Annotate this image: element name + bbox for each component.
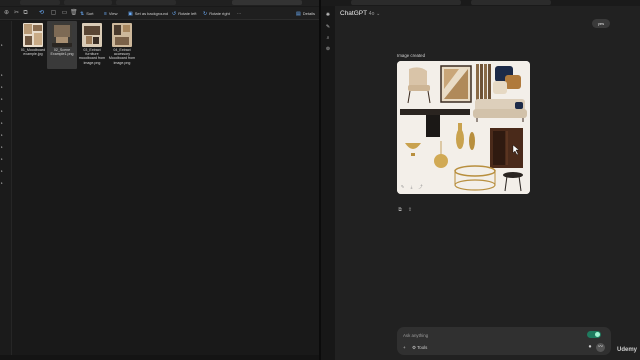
rotate-left-icon: ↺	[172, 11, 177, 17]
details-label: Details	[302, 11, 315, 16]
file-item[interactable]: 01_Moodboard example.jpg	[18, 21, 48, 69]
rotate-right-button[interactable]: ↻ Rotate right	[203, 9, 230, 18]
prompt-input[interactable]	[403, 331, 553, 339]
share-icon[interactable]: ⟲	[38, 10, 45, 17]
rotate-left-button[interactable]: ↺ Rotate left	[172, 9, 196, 18]
copy-icon[interactable]: ⧉	[22, 10, 29, 17]
file-name: 01_Moodboard example.jpg	[20, 48, 46, 57]
file-thumbnail	[112, 23, 132, 47]
nav-item[interactable]: ▸	[1, 157, 3, 161]
tools-button[interactable]: ⚙ Tools	[412, 344, 427, 351]
copy-icon[interactable]: ⧉	[397, 207, 403, 213]
model-version: 4o	[368, 11, 375, 17]
browser-tab[interactable]	[471, 0, 551, 5]
file-item-selected[interactable]: 02_Scene Example1.png	[47, 21, 77, 69]
sort-icon: ⇅	[80, 11, 85, 17]
microphone-icon[interactable]: ⏺	[587, 344, 593, 351]
nav-item[interactable]: ▸	[1, 169, 3, 173]
file-name: 03_Extract furniture moodboard from imag…	[78, 48, 106, 65]
edit-image-icon[interactable]: ✎	[400, 184, 405, 189]
chat-sidebar-rail: ✺ ✎ ⌕ ⊚	[321, 6, 335, 360]
explorer-tab[interactable]	[64, 0, 112, 5]
explorer-tab[interactable]	[116, 0, 176, 5]
user-message-bubble: yes	[592, 19, 610, 28]
nav-item[interactable]: ▸	[1, 97, 3, 101]
trash-icon[interactable]: 🗑	[70, 10, 78, 17]
tools-label: Tools	[417, 345, 428, 350]
rename-icon[interactable]: ▢	[50, 10, 57, 17]
generated-moodboard-image[interactable]: ✎ ⤓ ⤴	[397, 61, 530, 194]
delete-icon[interactable]: ▭	[61, 10, 68, 17]
share-icon[interactable]: ⇪	[407, 207, 413, 213]
new-chat-icon[interactable]: ✎	[325, 24, 331, 30]
download-icon[interactable]: ⤓	[409, 184, 414, 189]
explorer-status-bar	[0, 355, 319, 360]
browser-titlebar	[321, 0, 640, 6]
cut-icon[interactable]: ✂	[13, 10, 20, 17]
explorer-command-bar: ⊕ ✂ ⧉ ⟲ ▢ ▭ 🗑 ⇅ Sort ≡ View ▣ Set as backgr…	[0, 7, 319, 20]
model-selector[interactable]: ChatGPT 4o ⌄	[340, 10, 380, 17]
sort-label: Sort	[86, 11, 94, 16]
background-icon: ▣	[128, 11, 133, 17]
openai-logo-icon[interactable]: ✺	[325, 12, 331, 18]
rotate-right-label: Rotate right	[209, 11, 230, 16]
file-list: 01_Moodboard example.jpg 02_Scene Exampl…	[14, 21, 319, 81]
udemy-watermark: Udemy	[617, 347, 637, 353]
set-background-label: Set as background	[134, 11, 169, 16]
moodboard-artwork	[397, 61, 530, 194]
chevron-down-icon: ⌄	[376, 11, 381, 17]
framed-art-illustration	[440, 65, 472, 103]
new-item-icon[interactable]: ⊕	[3, 10, 10, 17]
more-options-button[interactable]: ···	[237, 9, 241, 18]
explorer-tab[interactable]	[20, 0, 60, 5]
details-icon: ▤	[296, 11, 301, 17]
explorer-address-bar[interactable]	[232, 0, 302, 5]
sort-button[interactable]: ⇅ Sort	[80, 9, 94, 18]
file-explorer-window: ⊕ ✂ ⧉ ⟲ ▢ ▭ 🗑 ⇅ Sort ≡ View ▣ Set as backgr…	[0, 0, 319, 360]
image-created-label: Image created	[397, 53, 426, 58]
share-icon[interactable]: ⤴	[418, 184, 423, 189]
view-button[interactable]: ≡ View	[104, 9, 118, 18]
add-attachment-button[interactable]: +	[403, 344, 406, 351]
nav-item[interactable]: ▸	[1, 121, 3, 125]
file-thumbnail	[52, 23, 72, 47]
rotate-left-label: Rotate left	[178, 11, 197, 16]
message-composer: + ⚙ Tools ⏺ 〰	[397, 327, 611, 355]
nav-item[interactable]: ▸	[1, 43, 3, 47]
search-icon[interactable]: ⌕	[325, 35, 331, 41]
view-label: View	[108, 11, 118, 16]
rotate-right-icon: ↻	[203, 11, 208, 17]
model-name: ChatGPT	[340, 10, 367, 17]
file-item[interactable]: 03_Extract furniture moodboard from imag…	[77, 21, 107, 69]
cabinet-illustration	[490, 128, 523, 168]
details-button[interactable]: ▤ Details	[296, 9, 315, 18]
tools-icon: ⚙	[412, 345, 416, 350]
file-name: 02_Scene Example1.png	[50, 48, 74, 57]
udemy-logo-text: Udemy	[617, 347, 638, 353]
file-thumbnail	[82, 23, 102, 47]
nav-item[interactable]: ▸	[1, 109, 3, 113]
nav-item[interactable]: ▸	[1, 145, 3, 149]
file-thumbnail	[23, 23, 43, 47]
set-background-button[interactable]: ▣ Set as background	[128, 9, 168, 18]
nav-item[interactable]: ▸	[1, 133, 3, 137]
navigation-pane: ▸ ▸ ▸ ▸ ▸ ▸ ▸ ▸ ▸ ▸ ▸	[0, 21, 12, 360]
chatgpt-window: ✺ ✎ ⌕ ⊚ ChatGPT 4o ⌄ yes Image created ✎…	[321, 0, 640, 360]
feature-toggle[interactable]	[587, 331, 601, 338]
library-icon[interactable]: ⊚	[325, 46, 331, 52]
view-icon: ≡	[104, 11, 107, 17]
nav-item[interactable]: ▸	[1, 85, 3, 89]
voice-mode-button[interactable]: 〰	[596, 343, 605, 352]
nav-item[interactable]: ▸	[1, 181, 3, 185]
nav-item[interactable]: ▸	[1, 73, 3, 77]
explorer-titlebar	[0, 0, 319, 6]
file-name: 04_Extract accessory Moodboard from imag…	[108, 48, 136, 65]
toggle-knob	[595, 332, 600, 337]
browser-tab[interactable]	[351, 0, 461, 5]
file-item[interactable]: 04_Extract accessory Moodboard from imag…	[107, 21, 137, 69]
